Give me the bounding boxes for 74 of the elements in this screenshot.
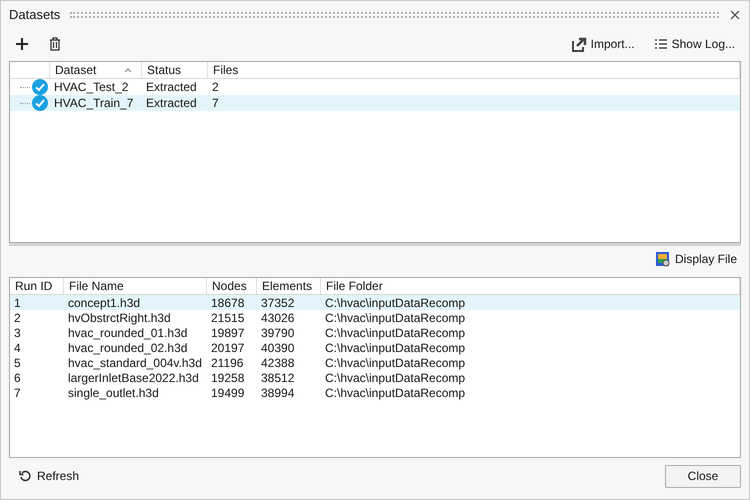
column-header[interactable]: File Name bbox=[64, 278, 207, 294]
table-cell-text: 2 bbox=[211, 79, 220, 96]
import-icon bbox=[570, 36, 587, 52]
table-cell-text: 2 bbox=[13, 310, 22, 326]
table-cell-text: 21196 bbox=[210, 354, 244, 372]
table-cell-text: C:\hvac\inputDataRecomp bbox=[324, 294, 466, 312]
table-cell-text: hvac_rounded_01.h3d bbox=[67, 324, 188, 342]
check-icon[interactable] bbox=[32, 95, 48, 111]
table-cell-text: 38512 bbox=[260, 370, 296, 386]
table-cell-text: 42388 bbox=[260, 354, 296, 372]
table-cell-text: C:\hvac\inputDataRecomp bbox=[324, 354, 466, 372]
table-cell-text: 19258 bbox=[210, 370, 246, 386]
table-cell-text: 20197 bbox=[210, 340, 246, 356]
table-cell-text: 43026 bbox=[260, 310, 296, 326]
column-header[interactable]: Elements bbox=[257, 278, 321, 294]
window-title: Datasets bbox=[9, 6, 60, 24]
table-cell-text: 19897 bbox=[210, 324, 246, 342]
table-cell-text: 18678 bbox=[210, 294, 246, 312]
list-icon bbox=[654, 39, 667, 49]
show-log-button[interactable]: Show Log... bbox=[654, 35, 735, 53]
table-cell-text: 7 bbox=[13, 384, 22, 402]
table-cell-text: 19499 bbox=[210, 384, 246, 402]
table-cell-text: Extracted bbox=[145, 79, 198, 96]
refresh-button[interactable]: Refresh bbox=[19, 467, 80, 485]
file-row[interactable]: 4 hvac_rounded_02.h3d 20197 40390 C:\hvac\inputDataRecomp bbox=[10, 340, 740, 355]
file-row[interactable]: 6 largerInletBase2022.h3d 19258 38512 C:\hvac\inputDataRecomp bbox=[10, 370, 740, 385]
sort-icon bbox=[124, 68, 132, 72]
import-button[interactable]: Import... bbox=[570, 35, 635, 53]
table-cell-text: C:\hvac\inputDataRecomp bbox=[324, 384, 466, 402]
table-cell-text: hvac_rounded_02.h3d bbox=[67, 340, 188, 356]
file-row[interactable]: 7 single_outlet.h3d 19499 38994 C:\hvac\inputDataRecomp bbox=[10, 385, 740, 400]
close-button[interactable]: Close bbox=[665, 464, 741, 488]
table-cell-text: 6 bbox=[13, 370, 22, 386]
table-cell-text: C:\hvac\inputDataRecomp bbox=[324, 324, 466, 342]
file-row[interactable]: 2 hvObstrctRight.h3d 21515 43026 C:\hvac\inputDataRecomp bbox=[10, 310, 740, 325]
table-cell-text: 3 bbox=[13, 324, 22, 342]
column-header[interactable]: Status bbox=[142, 62, 208, 78]
table-cell-text: 5 bbox=[13, 354, 22, 372]
trash-icon[interactable] bbox=[49, 37, 61, 51]
table-cell-text: largerInletBase2022.h3d bbox=[67, 370, 200, 386]
display-file-button[interactable]: Display File bbox=[654, 250, 737, 268]
table-cell-text: 39790 bbox=[260, 324, 296, 342]
column-header[interactable]: Files bbox=[208, 62, 740, 78]
table-cell-text: single_outlet.h3d bbox=[67, 384, 160, 402]
column-header[interactable]: Dataset bbox=[50, 62, 142, 78]
table-cell-text: HVAC_Test_2 bbox=[53, 79, 130, 96]
table-cell-text: 1 bbox=[13, 294, 22, 312]
refresh-icon bbox=[19, 470, 31, 482]
table-cell-text: HVAC_Train_7 bbox=[53, 95, 134, 112]
check-icon[interactable] bbox=[32, 79, 48, 95]
dataset-row[interactable]: HVAC_Test_2 Extracted 2 bbox=[10, 79, 740, 95]
table-cell-text: 7 bbox=[211, 95, 220, 112]
table-cell-text: 38994 bbox=[260, 384, 296, 402]
table-cell-text: 40390 bbox=[260, 340, 296, 356]
close-icon[interactable] bbox=[729, 9, 741, 21]
table-cell-text: C:\hvac\inputDataRecomp bbox=[324, 370, 466, 386]
column-header[interactable]: File Folder bbox=[321, 278, 740, 294]
image-viewer-icon bbox=[654, 251, 671, 267]
table-cell-text: hvac_standard_004v.h3d bbox=[67, 354, 203, 372]
file-row[interactable]: 5 hvac_standard_004v.h3d 21196 42388 C:\hvac\inputDataRecomp bbox=[10, 355, 740, 370]
table-cell-text: 37352 bbox=[260, 294, 296, 312]
table-cell-text: 4 bbox=[13, 340, 22, 356]
table-cell-text: C:\hvac\inputDataRecomp bbox=[324, 340, 466, 356]
column-header[interactable]: Nodes bbox=[207, 278, 257, 294]
table-cell-text: C:\hvac\inputDataRecomp bbox=[324, 310, 466, 326]
file-row[interactable]: 1 concept1.h3d 18678 37352 C:\hvac\inputDataRecomp bbox=[10, 295, 740, 310]
add-icon[interactable] bbox=[15, 37, 29, 51]
dataset-row[interactable]: HVAC_Train_7 Extracted 7 bbox=[10, 95, 740, 111]
table-cell-text: concept1.h3d bbox=[67, 294, 142, 312]
table-cell-text: Extracted bbox=[145, 95, 198, 112]
column-header[interactable]: Run ID bbox=[10, 278, 64, 294]
table-cell-text: 21515 bbox=[210, 310, 246, 326]
table-cell-text: hvObstrctRight.h3d bbox=[67, 310, 172, 326]
file-row[interactable]: 3 hvac_rounded_01.h3d 19897 39790 C:\hvac\inputDataRecomp bbox=[10, 325, 740, 340]
